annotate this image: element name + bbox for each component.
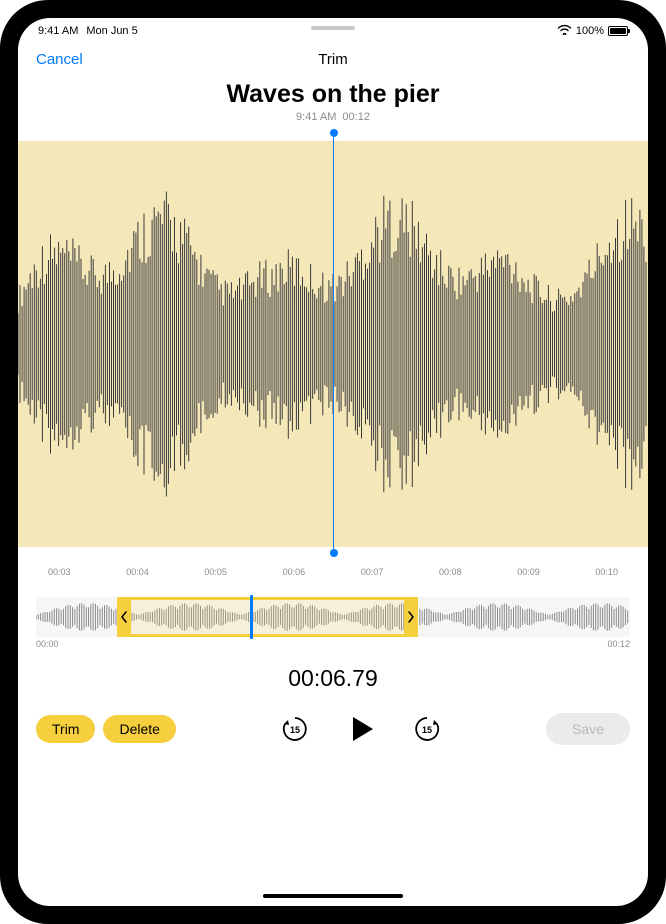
battery-icon	[608, 26, 628, 36]
status-time: 9:41 AM	[38, 25, 78, 37]
cancel-button[interactable]: Cancel	[36, 51, 83, 68]
svg-text:15: 15	[422, 725, 432, 735]
save-button[interactable]: Save	[546, 713, 630, 745]
recording-subtitle: 9:41 AM00:12	[18, 111, 648, 123]
trim-handle-end[interactable]	[404, 597, 418, 637]
waveform-overview[interactable]	[36, 597, 630, 637]
wifi-icon	[557, 24, 572, 38]
playhead[interactable]	[333, 133, 334, 553]
skip-back-button[interactable]: 15	[280, 714, 310, 744]
battery-percent: 100%	[576, 25, 604, 37]
svg-text:15: 15	[290, 725, 300, 735]
trim-handle-start[interactable]	[117, 597, 131, 637]
overview-start-time: 00:00	[36, 639, 59, 649]
home-indicator[interactable]	[263, 894, 403, 898]
timeline-ticks: 00:03 00:04 00:05 00:06 00:07 00:08 00:0…	[18, 567, 648, 577]
trim-button[interactable]: Trim	[36, 715, 95, 743]
delete-button[interactable]: Delete	[103, 715, 175, 743]
current-time: 00:06.79	[18, 665, 648, 692]
sheet-grabber-icon[interactable]	[311, 26, 355, 30]
status-date: Mon Jun 5	[86, 25, 137, 37]
waveform-large[interactable]: 00:03 00:04 00:05 00:06 00:07 00:08 00:0…	[18, 133, 648, 583]
nav-title: Trim	[318, 51, 347, 68]
overview-playhead[interactable]	[250, 595, 253, 639]
recording-title: Waves on the pier	[18, 80, 648, 109]
play-button[interactable]	[344, 712, 378, 746]
trim-selection[interactable]	[131, 597, 404, 637]
overview-end-time: 00:12	[607, 639, 630, 649]
skip-forward-button[interactable]: 15	[412, 714, 442, 744]
